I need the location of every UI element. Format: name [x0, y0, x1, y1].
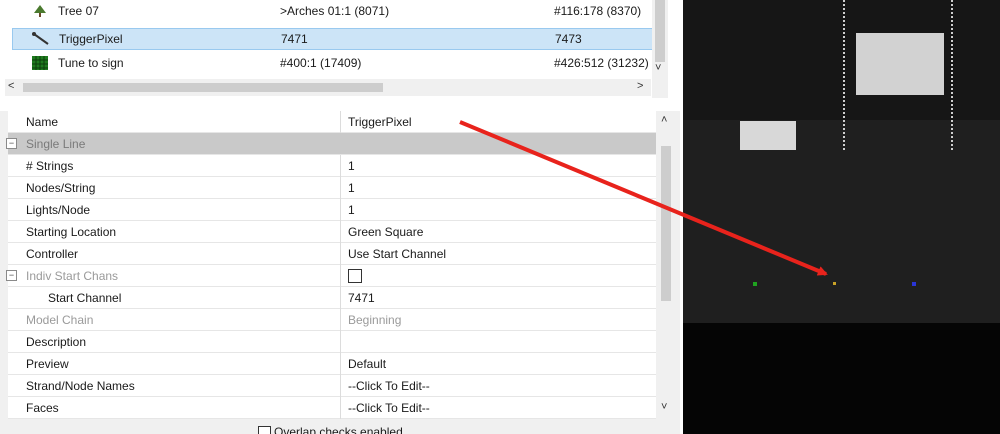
red-arrow-icon: [459, 120, 828, 276]
annotation-arrow: [459, 120, 828, 276]
